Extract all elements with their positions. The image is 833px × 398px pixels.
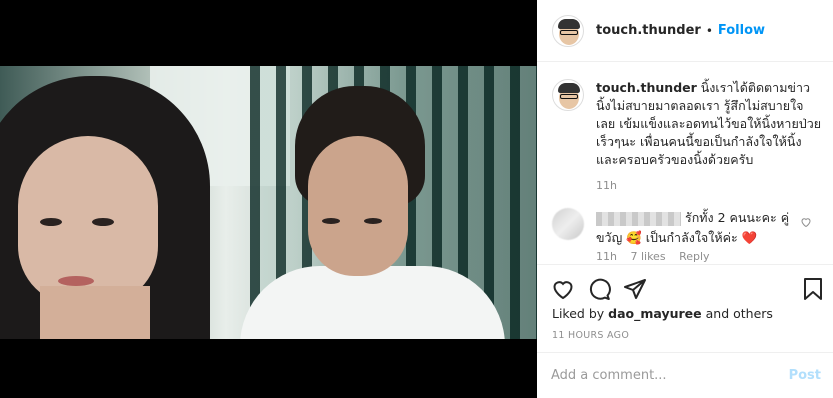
post-header: touch.thunder • Follow [537,0,833,62]
caption-time: 11h [596,179,617,192]
liked-by-suffix[interactable]: and others [706,306,773,321]
heart-icon[interactable] [800,216,812,228]
header-username[interactable]: touch.thunder [596,23,701,38]
liked-by-prefix: Liked by [552,306,605,321]
caption-comment: touch.thunder นิ้งเราได้ติดตามข่าว นิ้งไ… [552,79,823,169]
share-icon[interactable] [623,277,647,301]
post-button[interactable]: Post [789,368,821,383]
separator-dot: • [705,23,713,38]
blurred-username [596,211,681,226]
liked-by: Liked by dao_mayuree and others [552,306,773,321]
post-timestamp[interactable]: 11 HOURS AGO [552,330,629,341]
blurred-avatar[interactable] [552,208,584,240]
bookmark-icon[interactable] [801,277,825,301]
follow-button[interactable]: Follow [718,23,765,38]
caption-text-block: touch.thunder นิ้งเราได้ติดตามข่าว นิ้งไ… [596,79,822,169]
comment-text-block: รักทั้ง 2 คนนะคะ คู่ขวัญ 🥰 เป็นกำลังใจให… [596,208,796,248]
comment-likes[interactable]: 7 likes [630,250,665,263]
post-media [0,0,537,398]
comment-input[interactable] [551,368,789,383]
post-photo [0,66,537,339]
comment-time: 11h [596,250,617,263]
comment-meta: 11h 7 likes Reply [596,250,823,263]
caption-username[interactable]: touch.thunder [596,80,697,95]
liked-by-user[interactable]: dao_mayuree [608,306,701,321]
avatar[interactable] [552,14,584,47]
caption-avatar[interactable] [552,79,584,111]
list-item: รักทั้ง 2 คนนะคะ คู่ขวัญ 🥰 เป็นกำลังใจให… [552,208,823,248]
comments-list: touch.thunder นิ้งเราได้ติดตามข่าว นิ้งไ… [537,63,833,263]
post-side-panel: touch.thunder • Follow touch.thunder นิ้… [537,0,833,398]
add-comment-bar: Post [537,352,833,398]
reply-button[interactable]: Reply [679,250,709,263]
comment-icon[interactable] [587,277,611,301]
heart-icon[interactable] [551,277,575,301]
